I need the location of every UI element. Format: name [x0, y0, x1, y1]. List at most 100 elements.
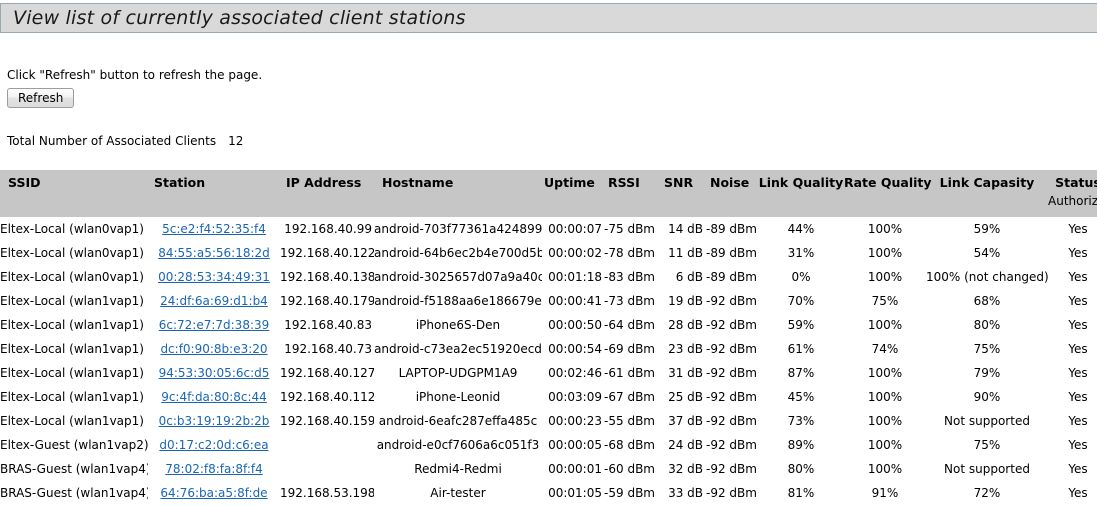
cell-link-capasity: Not supported — [926, 457, 1048, 481]
cell-rssi: -67 dBm — [604, 385, 658, 409]
table-row: BRAS-Guest (wlan1vap4) 64:76:ba:a5:8f:de 1… — [0, 481, 1097, 505]
cell-noise: -92 dBm — [706, 481, 758, 505]
subheader-snr — [658, 193, 706, 217]
cell-link-capasity: 68% — [926, 289, 1048, 313]
cell-station[interactable]: 00:28:53:34:49:31 — [148, 265, 280, 289]
station-mac-link[interactable]: 0c:b3:19:19:2b:2b — [159, 414, 270, 428]
table-row: Eltex-Local (wlan1vap1) 94:53:30:05:6c:d5… — [0, 361, 1097, 385]
cell-link-quality: 0% — [758, 265, 844, 289]
cell-ssid: Eltex-Local (wlan0vap1) — [0, 217, 148, 241]
cell-link-quality: 45% — [758, 385, 844, 409]
cell-snr: 32 dB — [658, 457, 706, 481]
cell-hostname: Redmi4-Redmi — [374, 457, 542, 481]
cell-link-capasity: 90% — [926, 385, 1048, 409]
cell-rate-quality: 100% — [844, 409, 926, 433]
cell-link-capasity: 59% — [926, 217, 1048, 241]
cell-station[interactable]: 5c:e2:f4:52:35:f4 — [148, 217, 280, 241]
cell-noise: -92 dBm — [706, 457, 758, 481]
station-mac-link[interactable]: dc:f0:90:8b:e3:20 — [160, 342, 267, 356]
cell-ssid: Eltex-Local (wlan1vap1) — [0, 313, 148, 337]
table-header: SSID Station IP Address Hostname Uptime … — [0, 170, 1097, 217]
cell-ip-address: 192.168.53.198 — [280, 481, 374, 505]
cell-snr: 11 dB — [658, 241, 706, 265]
subheader-uptime — [542, 193, 604, 217]
table-row: Eltex-Local (wlan0vap1)00:28:53:34:49:31… — [0, 265, 1097, 289]
cell-status: Yes — [1048, 433, 1097, 457]
cell-rssi: -69 dBm — [604, 337, 658, 361]
station-mac-link[interactable]: 64:76:ba:a5:8f:de — [160, 486, 267, 500]
cell-ssid: BRAS-Guest (wlan1vap4) — [0, 481, 148, 505]
cell-station[interactable]: 9c:4f:da:80:8c:44 — [148, 385, 280, 409]
cell-noise: -92 dBm — [706, 289, 758, 313]
cell-link-capasity: 100% (not changed) — [926, 265, 1048, 289]
cell-hostname: iPhone6S-Den — [374, 313, 542, 337]
station-mac-link[interactable]: 94:53:30:05:6c:d5 — [159, 366, 270, 380]
cell-rate-quality: 75% — [844, 289, 926, 313]
cell-ip-address: 192.168.40.138 — [280, 265, 374, 289]
column-header-link-quality[interactable]: Link Quality — [758, 170, 844, 193]
cell-snr: 23 dB — [658, 337, 706, 361]
column-header-snr[interactable]: SNR — [658, 170, 706, 193]
subheader-link-quality — [758, 193, 844, 217]
cell-uptime: 00:00:02 — [542, 241, 604, 265]
column-header-ssid[interactable]: SSID — [0, 170, 148, 193]
cell-station[interactable]: 64:76:ba:a5:8f:de — [148, 481, 280, 505]
cell-rssi: -55 dBm — [604, 409, 658, 433]
cell-rate-quality: 100% — [844, 217, 926, 241]
column-header-hostname[interactable]: Hostname — [374, 170, 542, 193]
cell-station[interactable]: d0:17:c2:0d:c6:ea — [148, 433, 280, 457]
column-header-ip-address[interactable]: IP Address — [280, 170, 374, 193]
cell-station[interactable]: 24:df:6a:69:d1:b4 — [148, 289, 280, 313]
cell-status: Yes — [1048, 337, 1097, 361]
cell-status: Yes — [1048, 361, 1097, 385]
cell-link-quality: 80% — [758, 457, 844, 481]
cell-ssid: BRAS-Guest (wlan1vap4) — [0, 457, 148, 481]
associated-clients-table: SSID Station IP Address Hostname Uptime … — [0, 170, 1097, 505]
total-clients-line: Total Number of Associated Clients12 — [7, 134, 243, 148]
station-mac-link[interactable]: 5c:e2:f4:52:35:f4 — [162, 222, 266, 236]
subheader-rssi — [604, 193, 658, 217]
cell-link-quality: 81% — [758, 481, 844, 505]
subheader-ssid — [0, 193, 148, 217]
cell-status: Yes — [1048, 481, 1097, 505]
cell-rate-quality: 100% — [844, 265, 926, 289]
cell-station[interactable]: 0c:b3:19:19:2b:2b — [148, 409, 280, 433]
cell-station[interactable]: 78:02:f8:fa:8f:f4 — [148, 457, 280, 481]
cell-ip-address: 192.168.40.159 — [280, 409, 374, 433]
cell-rssi: -61 dBm — [604, 361, 658, 385]
station-mac-link[interactable]: d0:17:c2:0d:c6:ea — [159, 438, 268, 452]
table-row: Eltex-Local (wlan1vap1)dc:f0:90:8b:e3:20… — [0, 337, 1097, 361]
column-header-station[interactable]: Station — [148, 170, 280, 193]
cell-station[interactable]: 84:55:a5:56:18:2d — [148, 241, 280, 265]
cell-rate-quality: 100% — [844, 241, 926, 265]
station-mac-link[interactable]: 78:02:f8:fa:8f:f4 — [165, 462, 262, 476]
cell-noise: -89 dBm — [706, 265, 758, 289]
column-header-rate-quality[interactable]: Rate Quality — [844, 170, 926, 193]
subheader-station — [148, 193, 280, 217]
cell-rate-quality: 100% — [844, 313, 926, 337]
cell-ssid: Eltex-Local (wlan1vap1) — [0, 361, 148, 385]
cell-station[interactable]: dc:f0:90:8b:e3:20 — [148, 337, 280, 361]
cell-station[interactable]: 94:53:30:05:6c:d5 — [148, 361, 280, 385]
cell-hostname: iPhone-Leonid — [374, 385, 542, 409]
table-row: Eltex-Local (wlan1vap1)0c:b3:19:19:2b:2b… — [0, 409, 1097, 433]
cell-link-quality: 31% — [758, 241, 844, 265]
cell-station[interactable]: 6c:72:e7:7d:38:39 — [148, 313, 280, 337]
station-mac-link[interactable]: 9c:4f:da:80:8c:44 — [161, 390, 267, 404]
cell-ssid: Eltex-Guest (wlan1vap2) — [0, 433, 148, 457]
column-header-noise[interactable]: Noise — [706, 170, 758, 193]
cell-rssi: -83 dBm — [604, 265, 658, 289]
refresh-button[interactable]: Refresh — [7, 88, 74, 108]
cell-uptime: 00:02:46 — [542, 361, 604, 385]
station-mac-link[interactable]: 84:55:a5:56:18:2d — [158, 246, 270, 260]
subheader-status-authorized: Authorized — [1048, 193, 1097, 217]
station-mac-link[interactable]: 6c:72:e7:7d:38:39 — [159, 318, 270, 332]
station-mac-link[interactable]: 24:df:6a:69:d1:b4 — [160, 294, 268, 308]
column-header-link-capasity[interactable]: Link Capasity — [926, 170, 1048, 193]
column-header-uptime[interactable]: Uptime — [542, 170, 604, 193]
table-row: Eltex-Local (wlan1vap1)9c:4f:da:80:8c:44… — [0, 385, 1097, 409]
cell-noise: -92 dBm — [706, 361, 758, 385]
column-header-rssi[interactable]: RSSI — [604, 170, 658, 193]
column-header-status[interactable]: Status — [1048, 170, 1097, 193]
station-mac-link[interactable]: 00:28:53:34:49:31 — [158, 270, 270, 284]
